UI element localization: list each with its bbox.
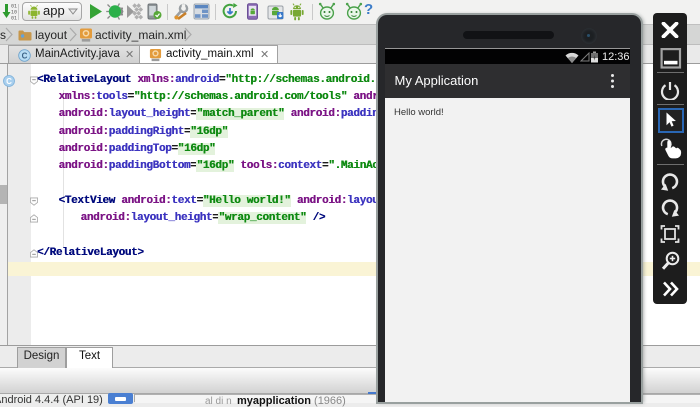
svg-text:C: C xyxy=(22,51,28,60)
svg-text:C: C xyxy=(6,77,12,86)
svg-text:01: 01 xyxy=(11,16,17,22)
